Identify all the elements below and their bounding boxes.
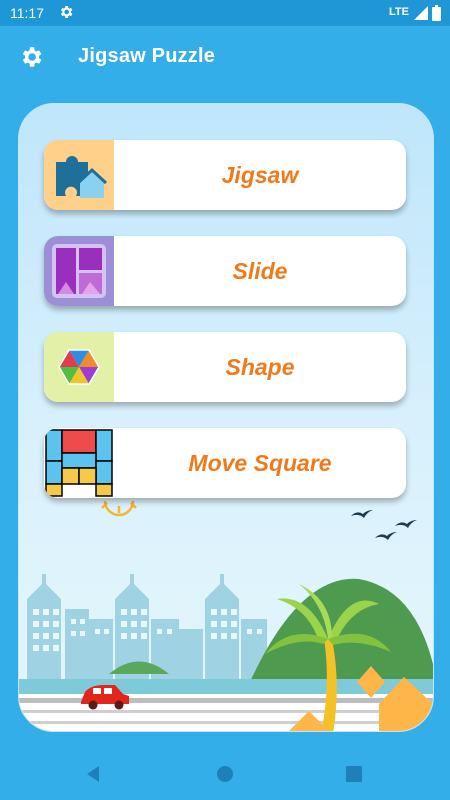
slide-tiles-icon: [44, 236, 114, 306]
jigsaw-piece-icon: [44, 140, 114, 210]
network-type: LTE: [389, 6, 409, 18]
recents-square-icon[interactable]: [345, 765, 363, 788]
page-title: Jigsaw Puzzle: [78, 45, 216, 67]
move-square-mode-button[interactable]: Move Square: [44, 428, 406, 498]
shape-mode-button[interactable]: Shape: [44, 332, 406, 402]
birds-icon: [351, 510, 417, 540]
game-menu-panel: Jigsaw Slide Shape Move Square: [18, 103, 434, 732]
sun-icon: [101, 500, 137, 517]
navigation-bar: [0, 748, 450, 800]
status-bar: 11:17 LTE: [0, 0, 450, 26]
home-circle-icon[interactable]: [216, 765, 234, 788]
back-triangle-icon[interactable]: [85, 765, 103, 788]
gear-icon[interactable]: [18, 44, 44, 75]
settings-notification-icon: [58, 4, 74, 23]
hexagon-triangles-icon: [44, 332, 114, 402]
signal-icon: [414, 6, 428, 23]
block-grid-icon: [44, 428, 114, 498]
status-time: 11:17: [10, 5, 44, 21]
slide-mode-button[interactable]: Slide: [44, 236, 406, 306]
battery-icon: [432, 5, 441, 24]
slide-mode-label: Slide: [232, 258, 288, 284]
jigsaw-mode-button[interactable]: Jigsaw: [44, 140, 406, 210]
shape-mode-label: Shape: [225, 354, 295, 380]
jigsaw-mode-label: Jigsaw: [221, 162, 299, 188]
move-square-mode-label: Move Square: [188, 450, 332, 476]
app-bar: Jigsaw Puzzle: [0, 26, 450, 88]
